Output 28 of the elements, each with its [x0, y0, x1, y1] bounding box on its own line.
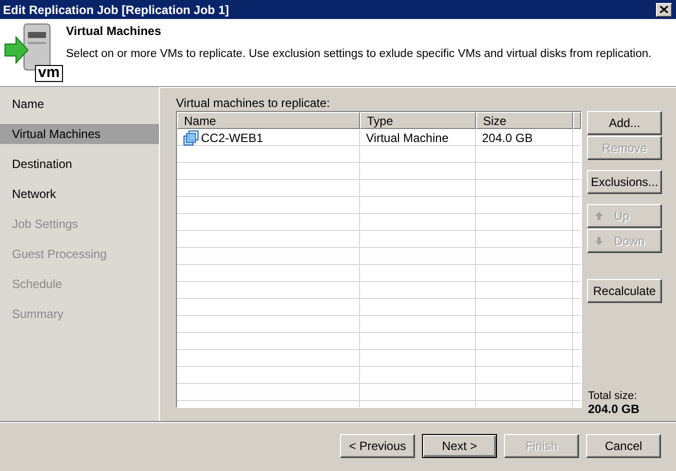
- vm-name: CC2-WEB1: [201, 130, 264, 144]
- wizard-button[interactable]: Cancel: [586, 434, 661, 458]
- wizard-button[interactable]: Next >: [422, 434, 497, 458]
- up-arrow-icon: [594, 211, 604, 221]
- sidebar-item[interactable]: Name: [0, 94, 159, 114]
- column-header: Name: [177, 112, 360, 129]
- table-cell-text: Virtual Machine: [365, 130, 450, 146]
- column-header: Size: [476, 112, 573, 129]
- close-icon: [660, 6, 668, 13]
- action-button[interactable]: Recalculate: [587, 279, 662, 303]
- vm-badge: vm: [35, 65, 63, 82]
- section-title: Virtual Machines: [66, 24, 162, 38]
- window-title: Edit Replication Job [Replication Job 1]: [3, 2, 230, 16]
- column-header: Type: [360, 112, 476, 129]
- sidebar-item[interactable]: Network: [0, 184, 159, 204]
- total-size-label: Total size:: [588, 390, 638, 402]
- list-label: Virtual machines to replicate:: [176, 96, 331, 110]
- close-button[interactable]: [656, 2, 672, 16]
- action-button[interactable]: Exclusions...: [587, 170, 662, 194]
- wizard-button[interactable]: < Previous: [340, 434, 415, 458]
- table-cell-text: 204.0 GB: [481, 130, 534, 146]
- vm-icon: [183, 130, 199, 146]
- total-size-value: 204.0 GB: [588, 402, 640, 416]
- section-description: Select on or more VMs to replicate. Use exclusion settings to exlude specific VMs and virtual disks from replication.: [66, 48, 652, 60]
- action-button[interactable]: Add...: [587, 111, 662, 135]
- sidebar-item[interactable]: Destination: [0, 154, 159, 174]
- down-arrow-icon: [594, 236, 604, 246]
- sidebar-item[interactable]: Virtual Machines: [0, 124, 159, 144]
